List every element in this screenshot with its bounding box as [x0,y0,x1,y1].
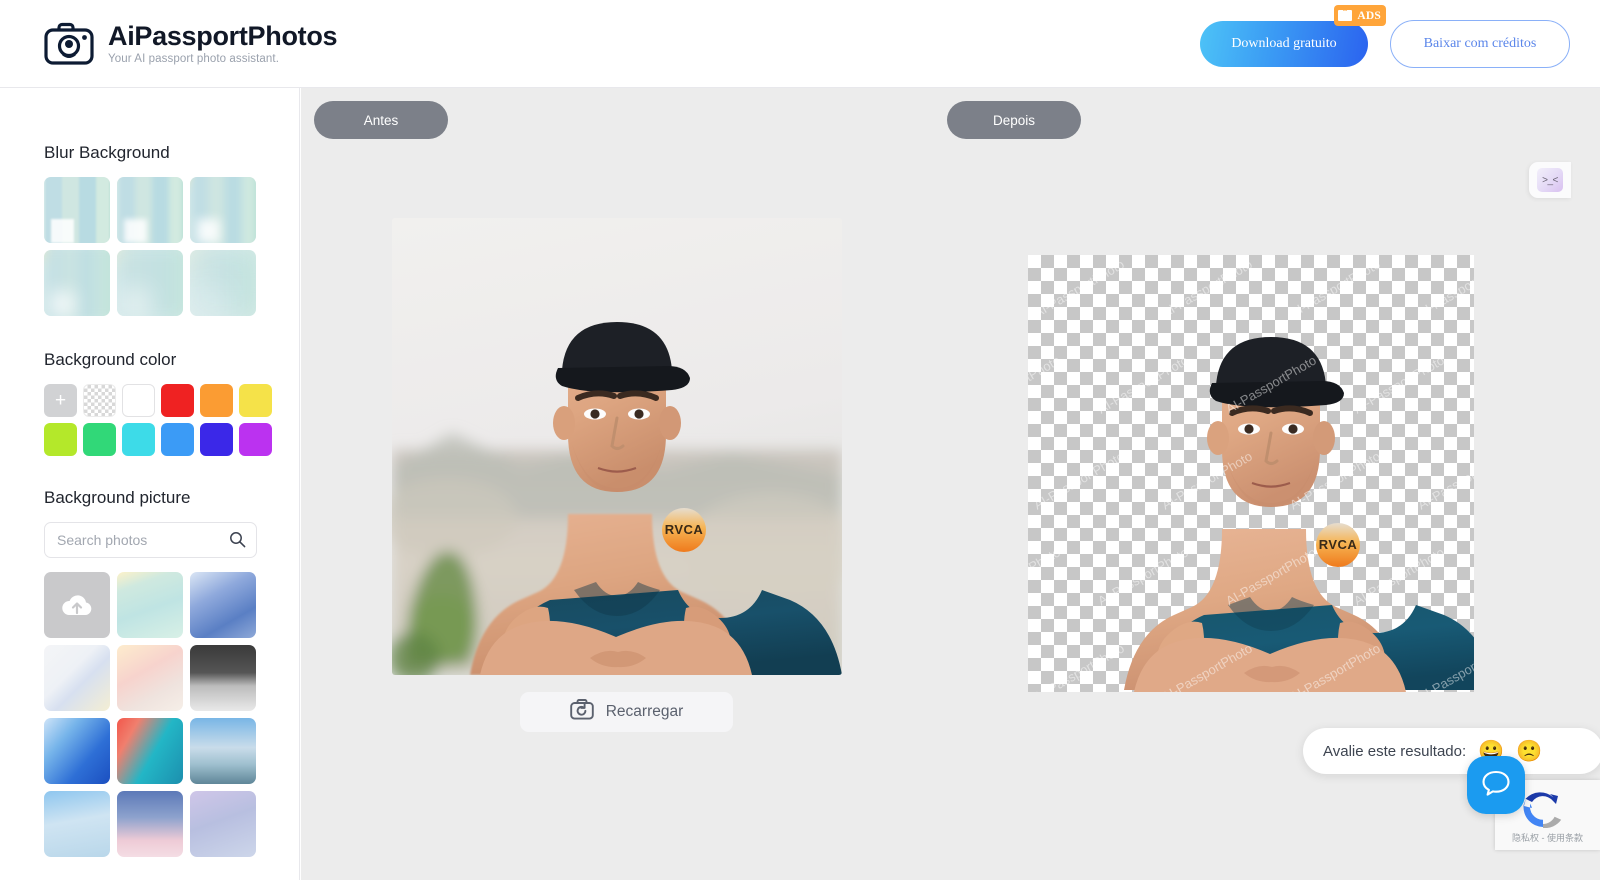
picture-thumb-pastel-mint-texture[interactable] [117,572,183,638]
search-input[interactable] [44,522,257,558]
tab-before[interactable]: Antes [314,101,448,139]
chat-bubble-icon [1481,769,1511,802]
before-image[interactable]: RVCA [392,218,842,675]
color-swatch-lime[interactable] [44,423,77,456]
picture-thumb-blue-watercolor[interactable] [190,572,256,638]
svg-text:RVCA: RVCA [665,522,704,537]
picture-thumb-pink-clouds[interactable] [117,645,183,711]
chat-bubble-button[interactable] [1467,756,1525,814]
picture-thumb-moon-purple-sky[interactable] [190,791,256,857]
blur-background-section: Blur Background [0,88,299,316]
blur-thumb-grid [44,177,299,316]
color-swatch-magenta[interactable] [239,423,272,456]
picture-thumb-coral-teal-paint[interactable] [117,718,183,784]
color-swatch-add-custom-color[interactable]: + [44,384,77,417]
ads-badge: ADS [1334,5,1386,26]
picture-thumb-sky-clouds-lake[interactable] [190,718,256,784]
download-credits-label: Baixar com créditos [1423,36,1537,51]
svg-text:RVCA: RVCA [1319,537,1358,552]
blur-thumb[interactable] [190,177,256,243]
blur-background-title: Blur Background [44,143,170,162]
blur-thumb[interactable] [44,177,110,243]
tab-before-label: Antes [363,112,399,128]
sidebar: Blur Background Background color + Backg… [0,88,300,880]
color-swatch-orange[interactable] [200,384,233,417]
picture-thumb-dark-grain-gradient[interactable] [190,645,256,711]
color-swatch-yellow[interactable] [239,384,272,417]
background-picture-section: Background picture [0,488,299,857]
color-swatch-red[interactable] [161,384,194,417]
app-header: AiPassportPhotos Your AI passport photo … [0,0,1600,88]
color-swatch-cyan[interactable] [122,423,155,456]
picture-thumb-cream-paper-abstract[interactable] [44,645,110,711]
blur-thumb[interactable] [190,250,256,316]
picture-thumb-blue-ink-wash[interactable] [44,718,110,784]
color-swatch-green[interactable] [83,423,116,456]
blur-thumb[interactable] [117,250,183,316]
download-free-label: Download gratuito [1231,36,1337,51]
reload-button[interactable]: Recarregar [520,692,733,732]
collapse-panel-widget[interactable]: >_< [1529,162,1571,198]
ads-badge-label: ADS [1357,9,1381,22]
brand: AiPassportPhotos Your AI passport photo … [44,20,338,66]
tab-after-label: Depois [992,112,1036,128]
blur-thumb[interactable] [44,250,110,316]
color-swatch-grid: + [44,384,299,456]
download-credits-button[interactable]: Baixar com créditos [1390,20,1570,68]
background-color-section: Background color + [0,350,299,456]
color-swatch-blue[interactable] [161,423,194,456]
picture-thumb-rainbow-sky[interactable] [44,791,110,857]
recaptcha-icon [1519,788,1565,829]
brand-title: AiPassportPhotos [108,20,338,51]
background-color-title: Background color [44,350,177,369]
kaomoji-face-icon: >_< [1537,168,1563,192]
search-photos-wrap [44,522,257,558]
after-image[interactable]: RVCA AI-PassportPhoto AI-PassportPhoto AI-… [1028,255,1474,692]
reload-label: Recarregar [605,703,684,720]
tv-icon [1336,8,1355,23]
camera-refresh-icon [569,699,594,725]
blur-thumb[interactable] [117,177,183,243]
feedback-bar: Avalie este resultado: 😀 🙁 [1303,728,1600,774]
brand-subtitle: Your AI passport photo assistant. [108,53,280,66]
color-swatch-transparent[interactable] [83,384,116,417]
color-swatch-indigo[interactable] [200,423,233,456]
background-picture-title: Background picture [44,488,191,507]
background-picture-grid [44,572,299,857]
download-free-button[interactable]: Download gratuito ADS [1200,5,1386,67]
editor-canvas: Antes Depois RVCA RVCA AI-PassportPhoto … [301,88,1600,880]
header-actions: Download gratuito ADS Baixar com crédito… [1200,0,1570,88]
sad-face-emoji[interactable]: 🙁 [1516,741,1542,762]
cloud-upload-icon [62,595,92,615]
color-swatch-white[interactable] [122,384,155,417]
picture-thumb-pink-cloud-dusk[interactable] [117,791,183,857]
picture-thumb-upload-tile[interactable] [44,572,110,638]
camera-icon [44,22,94,66]
feedback-prompt: Avalie este resultado: [1323,742,1467,760]
recaptcha-terms[interactable]: 隐私权 - 使用条款 [1495,831,1600,844]
tab-after[interactable]: Depois [947,101,1081,139]
